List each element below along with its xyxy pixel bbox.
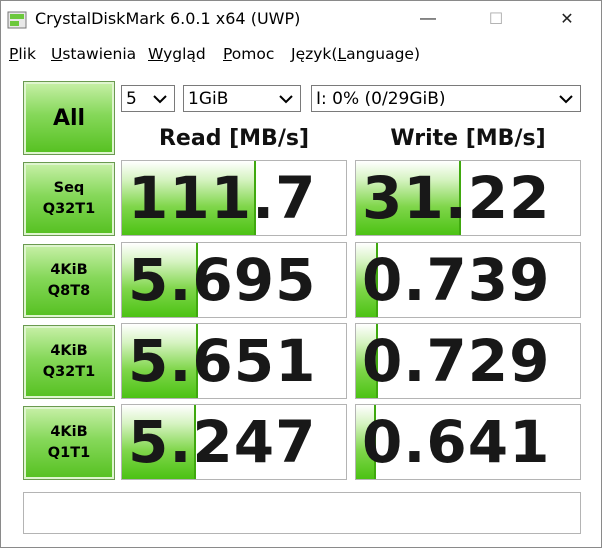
app-window: CrystalDiskMark 6.0.1 x64 (UWP) — ☐ ✕ Pl… — [0, 0, 602, 548]
read-result-panel: 5.695 — [121, 242, 347, 318]
chevron-down-icon — [559, 95, 573, 104]
menu-wyglad[interactable]: Wygląd — [148, 45, 206, 63]
read-result-panel: 5.651 — [121, 323, 347, 399]
drive-value: I: 0% (0/29GiB) — [316, 89, 446, 109]
menu-bar: Plik Ustawienia Wygląd Pomoc Język(Langu… — [1, 39, 601, 69]
read-value: 111.7 — [128, 164, 317, 232]
close-icon: ✕ — [560, 11, 574, 28]
write-value: 0.739 — [362, 246, 551, 314]
4kib-q32t1-button[interactable]: 4KiB Q32T1 — [23, 325, 115, 399]
read-result-panel: 5.247 — [121, 404, 347, 480]
test-label-line1: Seq — [53, 180, 85, 196]
comment-box[interactable] — [23, 492, 581, 534]
title-bar: CrystalDiskMark 6.0.1 x64 (UWP) — ☐ ✕ — [1, 1, 601, 39]
window-title: CrystalDiskMark 6.0.1 x64 (UWP) — [35, 9, 301, 28]
test-size-select[interactable]: 1GiB — [183, 85, 301, 112]
menu-pomoc[interactable]: Pomoc — [223, 45, 274, 63]
read-value: 5.695 — [128, 246, 317, 314]
test-count-select[interactable]: 5 — [121, 85, 175, 112]
menu-language[interactable]: Język(Language) — [291, 45, 420, 63]
write-column-header: Write [MB/s] — [390, 126, 546, 151]
test-label-line2: Q32T1 — [42, 201, 96, 217]
test-label-line2: Q8T8 — [47, 283, 91, 299]
test-label-line2: Q1T1 — [47, 445, 91, 461]
test-label-line1: 4KiB — [50, 262, 88, 278]
maximize-button[interactable]: ☐ — [473, 1, 519, 37]
menu-ustawienia[interactable]: Ustawienia — [51, 45, 136, 63]
write-value: 31.22 — [362, 164, 551, 232]
write-value: 0.641 — [362, 408, 551, 476]
test-count-value: 5 — [126, 89, 137, 109]
test-size-value: 1GiB — [188, 89, 229, 109]
write-result-panel: 0.739 — [355, 242, 581, 318]
test-label-line1: 4KiB — [50, 343, 88, 359]
read-result-panel: 111.7 — [121, 160, 347, 236]
write-result-panel: 0.729 — [355, 323, 581, 399]
seq-q32t1-button[interactable]: Seq Q32T1 — [23, 162, 115, 236]
read-column-header: Read [MB/s] — [158, 126, 309, 151]
write-result-panel: 0.641 — [355, 404, 581, 480]
crystaldiskmark-app-icon — [7, 11, 27, 29]
menu-plik[interactable]: Plik — [9, 45, 36, 63]
read-value: 5.651 — [128, 327, 317, 395]
minimize-button[interactable]: — — [405, 1, 451, 37]
close-button[interactable]: ✕ — [544, 1, 590, 37]
write-value: 0.729 — [362, 327, 551, 395]
minimize-icon: — — [420, 10, 436, 27]
test-label-line1: 4KiB — [50, 424, 88, 440]
read-value: 5.247 — [128, 408, 317, 476]
all-button[interactable]: All — [23, 81, 115, 155]
main-panel: All 5 1GiB I: 0% (0/29GiB) Read [MB/s] W… — [1, 69, 601, 547]
4kib-q1t1-button[interactable]: 4KiB Q1T1 — [23, 406, 115, 480]
4kib-q8t8-button[interactable]: 4KiB Q8T8 — [23, 244, 115, 318]
chevron-down-icon — [279, 95, 293, 104]
write-result-panel: 31.22 — [355, 160, 581, 236]
test-label-line2: Q32T1 — [42, 364, 96, 380]
chevron-down-icon — [153, 95, 167, 104]
maximize-icon: ☐ — [488, 11, 504, 28]
drive-select[interactable]: I: 0% (0/29GiB) — [311, 85, 581, 112]
